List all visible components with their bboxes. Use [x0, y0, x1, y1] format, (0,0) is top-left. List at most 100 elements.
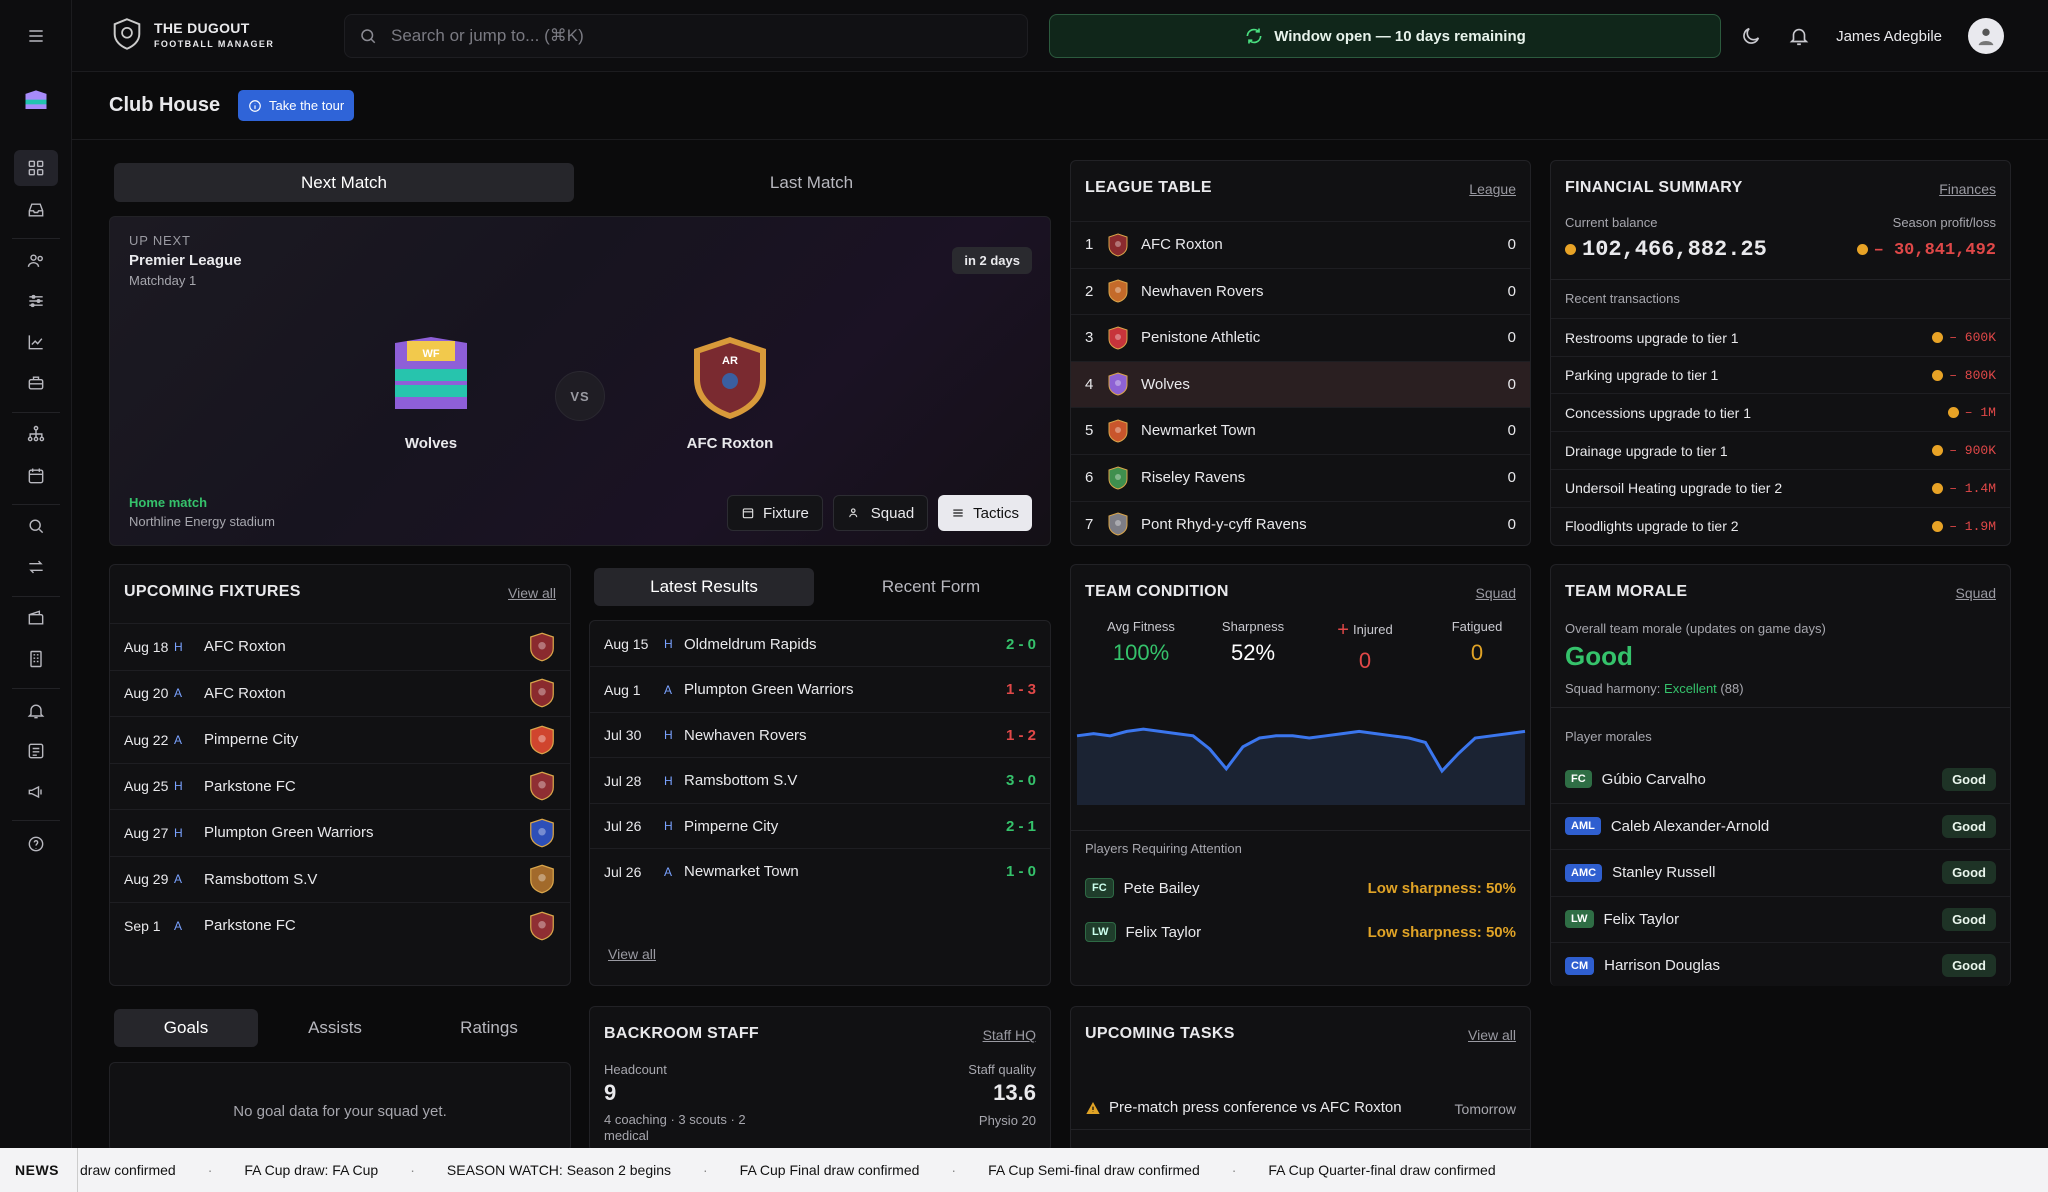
- player-morale-row[interactable]: FC Gúbio Carvalho Good: [1551, 756, 2010, 802]
- player-morale-row[interactable]: AMC Stanley Russell Good: [1551, 849, 2010, 895]
- league-table-row[interactable]: 2 Newhaven Rovers 0: [1071, 267, 1530, 314]
- result-row[interactable]: Aug 15 H Oldmeldrum Rapids 2 - 0: [590, 621, 1050, 667]
- staff-icon[interactable]: [22, 369, 50, 397]
- transaction-row[interactable]: Concessions upgrade to tier 1 – 1M: [1551, 393, 2010, 431]
- news-item[interactable]: FA Cup Quarter-final draw confirmed: [1236, 1162, 1527, 1178]
- tactics-button[interactable]: Tactics: [938, 495, 1032, 531]
- coin-icon: [1856, 244, 1868, 256]
- search-bar[interactable]: [344, 14, 1028, 58]
- player-morale-row[interactable]: AML Caleb Alexander-Arnold Good: [1551, 802, 2010, 849]
- dark-mode-moon-icon[interactable]: [1740, 25, 1762, 47]
- fixtures-title: UPCOMING FIXTURES: [124, 583, 301, 600]
- task-item[interactable]: Pre-match press conference vs AFC Roxton: [1085, 1099, 1402, 1116]
- fixture-row[interactable]: Aug 29 A Ramsbottom S.V: [110, 855, 570, 902]
- morale-badge: Good: [1942, 861, 1996, 884]
- squad-button[interactable]: Squad: [832, 495, 929, 531]
- league-table-row[interactable]: 1 AFC Roxton 0: [1071, 221, 1530, 267]
- transaction-row[interactable]: Drainage upgrade to tier 1 – 900K: [1551, 431, 2010, 469]
- result-row[interactable]: Jul 28 H Ramsbottom S.V 3 - 0: [590, 757, 1050, 803]
- calendar-icon[interactable]: [22, 462, 50, 490]
- finances-link[interactable]: Finances: [1939, 181, 1996, 197]
- results-view-all-link[interactable]: View all: [608, 946, 656, 962]
- result-row[interactable]: Jul 30 H Newhaven Rovers 1 - 2: [590, 711, 1050, 758]
- player-morale-row[interactable]: CM Harrison Douglas Good: [1551, 942, 2010, 988]
- league-points: 0: [1507, 515, 1516, 533]
- news-item[interactable]: FA Cup Final draw confirmed: [708, 1162, 952, 1178]
- team-crest-icon: [1108, 372, 1128, 396]
- tactics-icon[interactable]: [22, 287, 50, 315]
- league-link[interactable]: League: [1469, 181, 1516, 197]
- fixture-row[interactable]: Sep 1 A Parkstone FC: [110, 902, 570, 948]
- league-position: 3: [1085, 329, 1094, 347]
- league-position: 4: [1085, 375, 1094, 393]
- tab-assists[interactable]: Assists: [258, 1009, 412, 1047]
- help-icon[interactable]: [22, 830, 50, 858]
- league-table-row[interactable]: 4 Wolves 0: [1071, 360, 1530, 407]
- result-row[interactable]: Aug 1 A Plumpton Green Warriors 1 - 3: [590, 666, 1050, 712]
- news-item[interactable]: FA Cup Semi-final draw confirmed: [956, 1162, 1232, 1178]
- brand-logo[interactable]: THE DUGOUT FOOTBALL MANAGER: [112, 18, 274, 50]
- attention-row[interactable]: FC Pete Bailey Low sharpness: 50%: [1085, 875, 1516, 901]
- fixtures-view-all-link[interactable]: View all: [508, 585, 556, 601]
- fixture-row[interactable]: Aug 25 H Parkstone FC: [110, 762, 570, 809]
- news-item[interactable]: SEASON WATCH: Season 2 begins: [415, 1162, 703, 1178]
- league-table-row[interactable]: 3 Penistone Athletic 0: [1071, 314, 1530, 360]
- tab-ratings[interactable]: Ratings: [412, 1009, 566, 1047]
- morale-squad-link[interactable]: Squad: [1956, 585, 1996, 601]
- stats-icon[interactable]: [22, 328, 50, 356]
- transfers-icon[interactable]: [22, 553, 50, 581]
- morale-badge: Good: [1942, 907, 1996, 931]
- attention-row[interactable]: LW Felix Taylor Low sharpness: 50%: [1085, 919, 1516, 945]
- tab-next-match[interactable]: Next Match: [114, 163, 574, 202]
- news-icon[interactable]: [22, 737, 50, 765]
- club-crest-icon[interactable]: [22, 88, 50, 116]
- fixture-button[interactable]: Fixture: [726, 495, 823, 531]
- inbox-icon[interactable]: [22, 196, 50, 224]
- user-avatar[interactable]: [1968, 18, 2004, 54]
- user-name[interactable]: James Adegbile: [1836, 28, 1942, 45]
- result-row[interactable]: Jul 26 H Pimperne City 2 - 1: [590, 802, 1050, 849]
- fixture-row[interactable]: Aug 22 A Pimperne City: [110, 716, 570, 762]
- transaction-row[interactable]: Restrooms upgrade to tier 1 – 600K: [1551, 318, 2010, 356]
- transaction-row[interactable]: Floodlights upgrade to tier 2 – 1.9M: [1551, 506, 2010, 545]
- search-input[interactable]: [391, 26, 951, 46]
- tab-last-match[interactable]: Last Match: [574, 163, 1049, 202]
- take-tour-button[interactable]: Take the tour: [238, 90, 355, 121]
- staff-hq-link[interactable]: Staff HQ: [983, 1027, 1036, 1043]
- result-row[interactable]: Jul 26 A Newmarket Town 1 - 0: [590, 848, 1050, 894]
- fixture-row[interactable]: Aug 27 H Plumpton Green Warriors: [110, 809, 570, 855]
- league-table-row[interactable]: 6 Riseley Ravens 0: [1071, 454, 1530, 500]
- tab-latest-results[interactable]: Latest Results: [594, 568, 814, 606]
- menu-icon[interactable]: [22, 22, 50, 50]
- media-megaphone-icon[interactable]: [22, 778, 50, 806]
- notifications-sidebar-icon[interactable]: [22, 697, 50, 725]
- financial-title: FINANCIAL SUMMARY: [1565, 179, 1743, 196]
- sidebar-item-dashboard[interactable]: [14, 150, 58, 186]
- transfer-window-banner[interactable]: Window open — 10 days remaining: [1049, 14, 1721, 58]
- fixture-row[interactable]: Aug 20 A AFC Roxton: [110, 669, 570, 716]
- condition-squad-link[interactable]: Squad: [1476, 585, 1516, 601]
- league-points: 0: [1507, 375, 1516, 393]
- fixture-row[interactable]: Aug 18 H AFC Roxton: [110, 623, 570, 669]
- league-table-row[interactable]: 5 Newmarket Town 0: [1071, 407, 1530, 453]
- notifications-bell-icon[interactable]: [1788, 25, 1810, 47]
- club-structure-icon[interactable]: [22, 420, 50, 448]
- facilities-icon[interactable]: [22, 645, 50, 673]
- player-morale-row[interactable]: LW Felix Taylor Good: [1551, 895, 2010, 942]
- news-item[interactable]: draw confirmed: [78, 1162, 208, 1178]
- info-icon: [249, 99, 261, 112]
- scouting-search-icon[interactable]: [22, 512, 50, 540]
- transaction-row[interactable]: Parking upgrade to tier 1 – 800K: [1551, 355, 2010, 394]
- league-table-row[interactable]: 7 Pont Rhyd-y-cyff Ravens 0: [1071, 500, 1530, 547]
- transaction-row[interactable]: Undersoil Heating upgrade to tier 2 – 1.4…: [1551, 468, 2010, 507]
- squad-icon[interactable]: [22, 247, 50, 275]
- tab-recent-form[interactable]: Recent Form: [814, 568, 1048, 606]
- transaction-label: Floodlights upgrade to tier 2: [1565, 518, 1739, 534]
- news-item[interactable]: FA Cup draw: FA Cup: [212, 1162, 410, 1178]
- tab-goals[interactable]: Goals: [114, 1009, 258, 1047]
- fixture-opponent: AFC Roxton: [204, 638, 286, 655]
- team-crest-icon: [1108, 419, 1128, 443]
- tasks-view-all-link[interactable]: View all: [1468, 1027, 1516, 1043]
- condition-stat-label: Fatigued: [1451, 619, 1503, 634]
- finances-icon[interactable]: [22, 604, 50, 632]
